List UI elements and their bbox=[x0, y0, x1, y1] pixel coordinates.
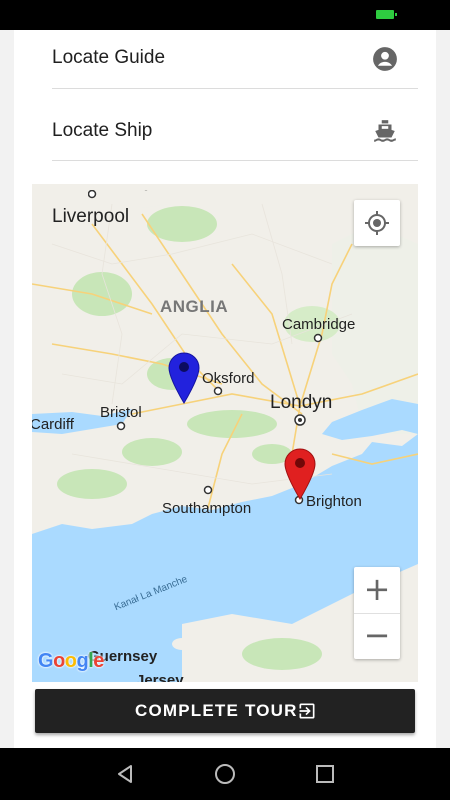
city-dots bbox=[88, 190, 323, 505]
locate-ship-row[interactable]: Locate Ship bbox=[52, 88, 418, 161]
complete-tour-label: COMPLETE TOUR bbox=[135, 701, 298, 720]
my-location-button[interactable] bbox=[354, 200, 400, 246]
recents-icon[interactable] bbox=[313, 762, 337, 786]
locate-ship-label: Locate Ship bbox=[52, 120, 153, 141]
tour-card: Locate Guide Locate Ship Liverpool ANGLI… bbox=[14, 30, 436, 748]
back-icon[interactable] bbox=[113, 762, 137, 786]
google-logo: Google bbox=[38, 650, 104, 672]
battery-icon bbox=[376, 10, 397, 19]
zoom-out-button[interactable]: − bbox=[354, 613, 400, 659]
map-label-jersey: Jersey bbox=[136, 672, 184, 682]
map-view[interactable]: Liverpool ANGLIA Cambridge Oksford Londy… bbox=[32, 184, 418, 682]
locate-guide-row[interactable]: Locate Guide bbox=[52, 32, 418, 89]
ship-icon[interactable] bbox=[372, 118, 398, 144]
system-nav-bar bbox=[0, 748, 450, 800]
map-label-cardiff: Cardiff bbox=[32, 416, 74, 433]
locate-guide-label: Locate Guide bbox=[52, 47, 166, 68]
status-bar bbox=[0, 0, 450, 30]
zoom-control: + − bbox=[354, 567, 400, 659]
guide-marker-pin[interactable] bbox=[168, 352, 200, 404]
exit-to-app-icon bbox=[299, 703, 315, 719]
account-circle-icon[interactable] bbox=[372, 46, 398, 72]
my-location-icon bbox=[365, 211, 389, 235]
complete-tour-button[interactable]: COMPLETE TOUR bbox=[35, 689, 415, 733]
ship-marker-pin[interactable] bbox=[284, 448, 316, 500]
zoom-in-button[interactable]: + bbox=[354, 567, 400, 614]
home-icon[interactable] bbox=[213, 762, 237, 786]
